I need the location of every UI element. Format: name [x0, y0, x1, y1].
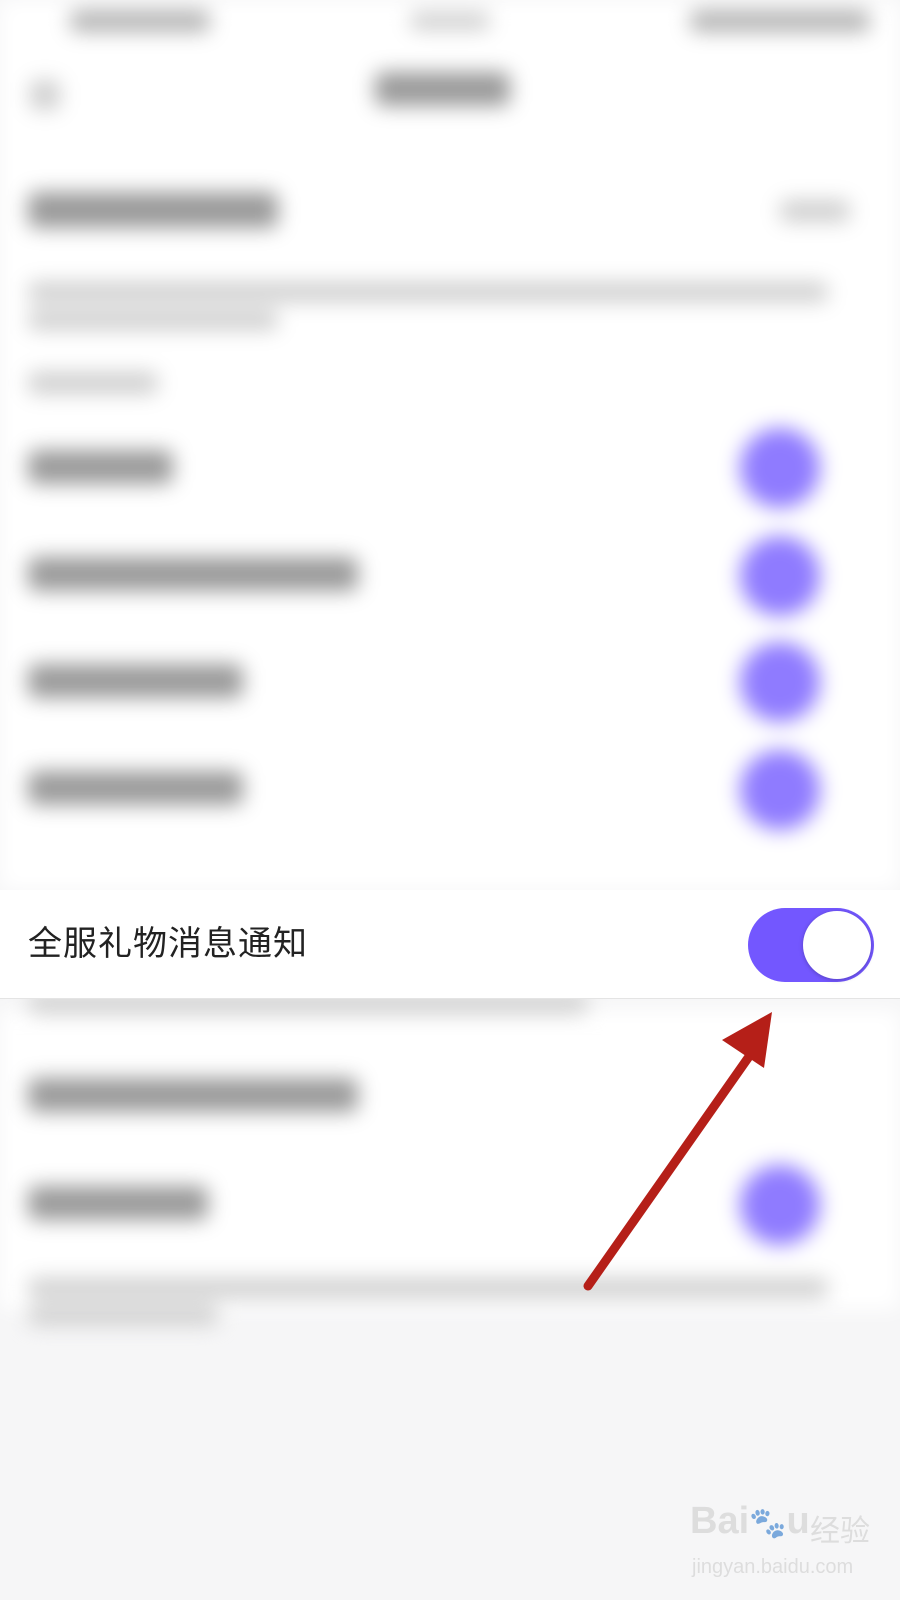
- blurred-description-line-1: [28, 282, 828, 302]
- blurred-description-line-2: [28, 310, 278, 330]
- blurred-section-action: [780, 200, 850, 222]
- blurred-toggle-4: [740, 750, 820, 830]
- watermark-url: jingyan.baidu.com: [692, 1556, 854, 1578]
- blurred-toggle-2: [740, 536, 820, 616]
- blurred-section-title: [28, 192, 278, 228]
- blurred-group-label: [28, 372, 158, 394]
- blurred-toggle-3: [740, 642, 820, 722]
- blurred-toggle-1: [740, 428, 820, 508]
- blurred-background: [0, 0, 900, 1600]
- blurred-status-time: [70, 10, 210, 32]
- watermark-logo-left: Bai: [690, 1500, 750, 1542]
- baidu-jingyan-watermark: Bai🐾u 经验 jingyan.baidu.com: [690, 1500, 890, 1590]
- watermark-brand-cn: 经验: [810, 1515, 870, 1548]
- blurred-row-label-4: [28, 771, 243, 805]
- blurred-row-label-1: [28, 450, 173, 484]
- blurred-toggle-6: [740, 1165, 820, 1245]
- gift-notification-toggle[interactable]: [748, 908, 874, 982]
- blurred-row-label-6: [28, 1186, 208, 1220]
- blurred-sheet-bottom: [0, 1010, 900, 1310]
- watermark-logo-right: u: [786, 1500, 810, 1542]
- toggle-knob: [803, 911, 871, 979]
- blurred-row-label-2: [28, 557, 358, 591]
- gift-notification-label: 全服礼物消息通知: [28, 924, 308, 964]
- blurred-page-title: [375, 72, 510, 106]
- watermark-logo: Bai🐾u: [690, 1500, 810, 1543]
- paw-icon: 🐾: [749, 1507, 787, 1540]
- blurred-status-center: [410, 12, 490, 30]
- blurred-row-label-5: [28, 1078, 358, 1112]
- blurred-back-icon: [30, 80, 60, 110]
- blurred-status-icons: [690, 10, 870, 32]
- blurred-footer-line-2: [28, 1305, 218, 1325]
- blurred-footer-line-1: [28, 1278, 828, 1298]
- blurred-row-label-3: [28, 664, 243, 698]
